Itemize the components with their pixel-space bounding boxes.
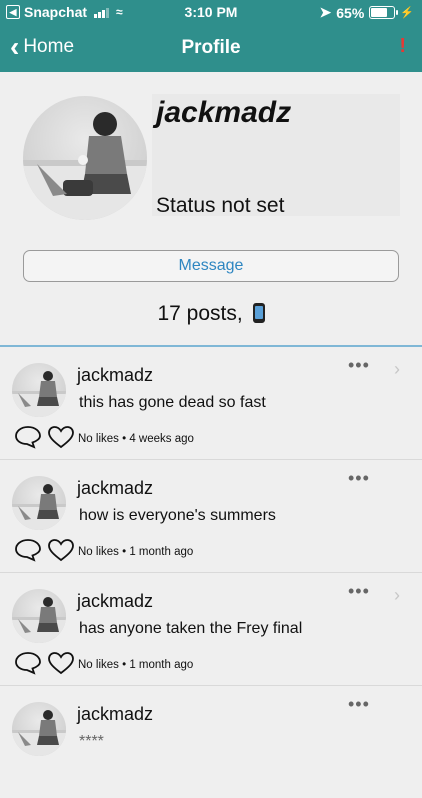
hockey-goalie-photo bbox=[23, 112, 147, 220]
status-right: ➤ 65% ⚡ bbox=[320, 4, 414, 21]
nav-bar: ‹ Home Profile ! bbox=[0, 24, 422, 72]
posts-count: 17 posts, bbox=[0, 302, 422, 326]
post-item[interactable]: jackmadz how is everyone's summers ••• N… bbox=[0, 460, 422, 573]
profile-status: Status not set bbox=[156, 194, 285, 217]
profile-avatar bbox=[23, 96, 147, 220]
post-author[interactable]: jackmadz bbox=[77, 365, 153, 386]
post-avatar[interactable] bbox=[12, 702, 66, 756]
post-meta: No likes • 1 month ago bbox=[78, 546, 194, 558]
post-list: jackmadz this has gone dead so fast ••• … bbox=[0, 347, 422, 798]
post-avatar[interactable] bbox=[12, 476, 66, 530]
post-meta: No likes • 4 weeks ago bbox=[78, 433, 194, 445]
hockey-goalie-thumbnail bbox=[12, 710, 66, 756]
post-item[interactable]: jackmadz **** ••• bbox=[0, 686, 422, 798]
comment-icon[interactable] bbox=[14, 538, 42, 562]
more-options-icon[interactable]: ••• bbox=[348, 581, 370, 602]
comment-icon[interactable] bbox=[14, 425, 42, 449]
chevron-right-icon[interactable]: › bbox=[394, 359, 400, 380]
post-text: this has gone dead so fast bbox=[79, 394, 266, 411]
profile-username: jackmadz bbox=[156, 96, 292, 129]
heart-icon[interactable] bbox=[47, 538, 75, 562]
post-avatar[interactable] bbox=[12, 589, 66, 643]
posts-count-label: 17 posts, bbox=[157, 302, 243, 325]
page-title: Profile bbox=[181, 37, 241, 58]
heart-icon[interactable] bbox=[47, 425, 75, 449]
location-icon: ➤ bbox=[319, 4, 332, 20]
post-text: has anyone taken the Frey final bbox=[79, 620, 303, 637]
mobile-phone-icon bbox=[252, 303, 265, 323]
heart-icon[interactable] bbox=[47, 651, 75, 675]
battery-icon bbox=[369, 6, 399, 19]
more-options-icon[interactable]: ••• bbox=[348, 468, 370, 489]
more-options-icon[interactable]: ••• bbox=[348, 694, 370, 715]
post-meta: No likes • 1 month ago bbox=[78, 659, 194, 671]
post-author[interactable]: jackmadz bbox=[77, 478, 153, 499]
post-author[interactable]: jackmadz bbox=[77, 704, 153, 725]
chevron-right-icon[interactable]: › bbox=[394, 585, 400, 606]
hockey-goalie-thumbnail bbox=[12, 597, 66, 643]
post-item[interactable]: jackmadz this has gone dead so fast ••• … bbox=[0, 347, 422, 460]
comment-icon[interactable] bbox=[14, 651, 42, 675]
battery-percent: 65% bbox=[336, 4, 365, 21]
alert-icon[interactable]: ! bbox=[399, 35, 406, 58]
hockey-goalie-thumbnail bbox=[12, 371, 66, 417]
post-text: **** bbox=[79, 733, 104, 750]
profile-header: jackmadz Status not set Message 17 posts… bbox=[0, 72, 422, 346]
status-bar: ◀ Snapchat ≈ 3:10 PM ➤ 65% ⚡ bbox=[0, 0, 422, 24]
charging-icon: ⚡ bbox=[400, 7, 414, 19]
post-text: how is everyone's summers bbox=[79, 507, 276, 524]
post-author[interactable]: jackmadz bbox=[77, 591, 153, 612]
message-button[interactable]: Message bbox=[23, 250, 399, 282]
post-item[interactable]: jackmadz has anyone taken the Frey final… bbox=[0, 573, 422, 686]
post-avatar[interactable] bbox=[12, 363, 66, 417]
more-options-icon[interactable]: ••• bbox=[348, 355, 370, 376]
hockey-goalie-thumbnail bbox=[12, 484, 66, 530]
